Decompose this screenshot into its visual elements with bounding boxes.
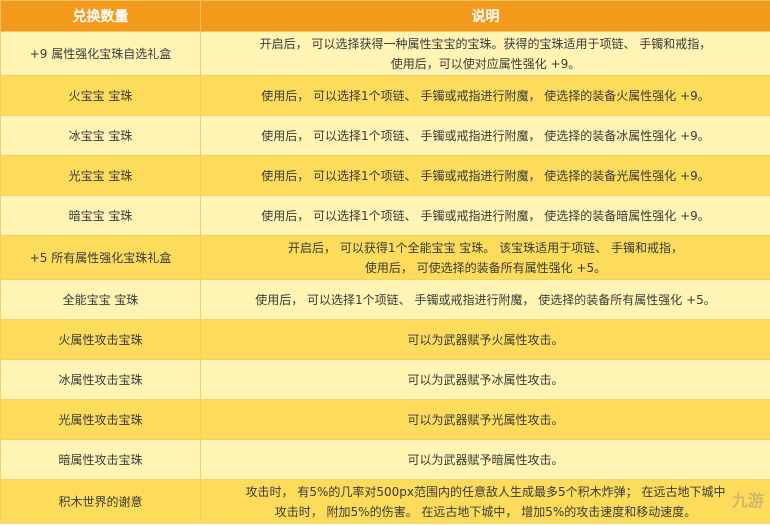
item-name: 冰宝宝 宝珠: [0, 115, 201, 156]
table-row: 暗属性攻击宝珠 可以为武器赋予暗属性攻击。: [0, 439, 770, 480]
item-description: 可以为武器赋予冰属性攻击。: [200, 359, 770, 400]
table-row: 冰宝宝 宝珠 使用后， 可以选择1个项链、 手镯或戒指进行附魔， 使选择的装备冰…: [0, 115, 770, 156]
table-row: 全能宝宝 宝珠 使用后， 可以选择1个项链、 手镯或戒指进行附魔， 使选择的装备…: [0, 279, 770, 320]
table-row: 光属性攻击宝珠 可以为武器赋予光属性攻击。: [0, 399, 770, 440]
item-description: 可以为武器赋予暗属性攻击。: [200, 439, 770, 480]
exchange-table: 兑换数量 说明 +9 属性强化宝珠自选礼盒 开启后， 可以选择获得一种属性宝宝的…: [0, 0, 770, 524]
table-row: 火宝宝 宝珠 使用后， 可以选择1个项链、 手镯或戒指进行附魔， 使选择的装备火…: [0, 75, 770, 116]
item-name: 火属性攻击宝珠: [0, 319, 201, 360]
item-description: 使用后， 可以选择1个项链、 手镯或戒指进行附魔， 使选择的装备冰属性强化 +9…: [200, 115, 770, 156]
item-name: +5 所有属性强化宝珠礼盒: [0, 235, 201, 280]
item-description: 使用后， 可以选择1个项链、 手镯或戒指进行附魔， 使选择的装备火属性强化 +9…: [200, 75, 770, 116]
header-description: 说明: [200, 0, 770, 32]
item-name: +9 属性强化宝珠自选礼盒: [0, 31, 201, 76]
item-description: 使用后， 可以选择1个项链、 手镯或戒指进行附魔， 使选择的装备暗属性强化 +9…: [200, 195, 770, 236]
item-name: 光属性攻击宝珠: [0, 399, 201, 440]
table-row: +9 属性强化宝珠自选礼盒 开启后， 可以选择获得一种属性宝宝的宝珠。获得的宝珠…: [0, 31, 770, 76]
item-description: 使用后， 可以选择1个项链、 手镯或戒指进行附魔， 使选择的装备所有属性强化 +…: [200, 279, 770, 320]
table-row: 积木世界的谢意 攻击时， 有5%的几率对500px范围内的任意敌人生成最多5个积…: [0, 479, 770, 524]
item-description: 开启后， 可以获得1个全能宝宝 宝珠。 该宝珠适用于项链、 手镯和戒指， 使用后…: [200, 235, 770, 280]
table-row: 冰属性攻击宝珠 可以为武器赋予冰属性攻击。: [0, 359, 770, 400]
table-header-row: 兑换数量 说明: [0, 0, 770, 32]
table-row: +5 所有属性强化宝珠礼盒 开启后， 可以获得1个全能宝宝 宝珠。 该宝珠适用于…: [0, 235, 770, 280]
item-description: 攻击时， 有5%的几率对500px范围内的任意敌人生成最多5个积木炸弹； 在远古…: [200, 479, 770, 524]
item-description: 使用后， 可以选择1个项链、 手镯或戒指进行附魔， 使选择的装备光属性强化 +9…: [200, 155, 770, 196]
item-name: 全能宝宝 宝珠: [0, 279, 201, 320]
item-name: 火宝宝 宝珠: [0, 75, 201, 116]
header-exchange-quantity: 兑换数量: [0, 0, 201, 32]
item-description: 可以为武器赋予火属性攻击。: [200, 319, 770, 360]
item-name: 冰属性攻击宝珠: [0, 359, 201, 400]
item-name: 暗属性攻击宝珠: [0, 439, 201, 480]
item-name: 暗宝宝 宝珠: [0, 195, 201, 236]
table-row: 火属性攻击宝珠 可以为武器赋予火属性攻击。: [0, 319, 770, 360]
item-description: 开启后， 可以选择获得一种属性宝宝的宝珠。获得的宝珠适用于项链、 手镯和戒指， …: [200, 31, 770, 76]
item-description: 可以为武器赋予光属性攻击。: [200, 399, 770, 440]
table-row: 暗宝宝 宝珠 使用后， 可以选择1个项链、 手镯或戒指进行附魔， 使选择的装备暗…: [0, 195, 770, 236]
table-row: 光宝宝 宝珠 使用后， 可以选择1个项链、 手镯或戒指进行附魔， 使选择的装备光…: [0, 155, 770, 196]
item-name: 积木世界的谢意: [0, 479, 201, 524]
item-name: 光宝宝 宝珠: [0, 155, 201, 196]
